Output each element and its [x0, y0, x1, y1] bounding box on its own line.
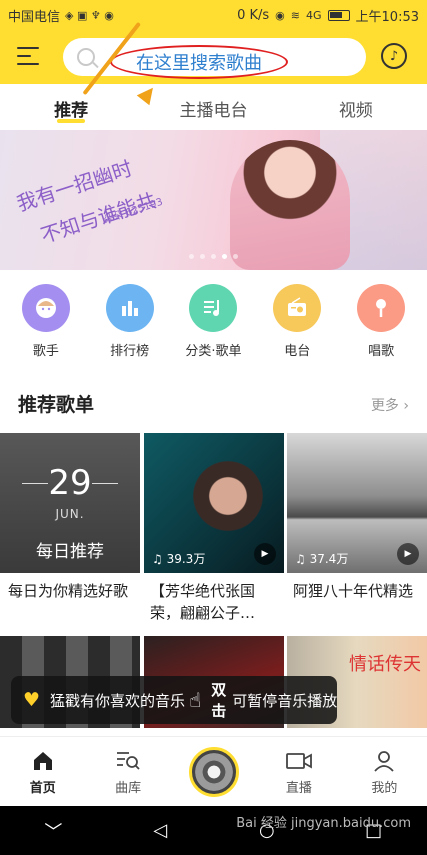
- watermark: Bai 经验 jingyan.baidu.com: [236, 816, 411, 831]
- bottom-nav: 首页 曲库 直播 我的: [0, 736, 427, 806]
- search-icon: [77, 48, 95, 66]
- nav-label: 我的: [371, 781, 398, 796]
- tab-recommend[interactable]: 推荐: [0, 84, 142, 130]
- thumbnail-text: 情话传天: [349, 654, 421, 675]
- nav-label: 曲库: [115, 781, 142, 796]
- play-icon[interactable]: ▶: [254, 543, 276, 565]
- nav-home[interactable]: 首页: [0, 737, 85, 806]
- profile-icon: [342, 747, 427, 775]
- battery-icon: [327, 9, 350, 21]
- top-tabs: 推荐 主播电台 视频: [0, 84, 427, 130]
- nav-live[interactable]: 直播: [256, 737, 341, 806]
- carousel-dot: [189, 254, 194, 259]
- more-label: 更多: [370, 398, 399, 414]
- status-bar: 中国电信 ◈ ▣ ♆ ◉ 0 K/s ◉ ≋ 4G 上午10:53: [0, 0, 427, 30]
- carousel-dots: [0, 254, 427, 259]
- microphone-icon: [357, 284, 406, 332]
- chevron-down-icon[interactable]: ﹀: [33, 818, 73, 844]
- category-singer[interactable]: 歌手: [11, 284, 81, 364]
- banner-photo: [230, 140, 350, 270]
- play-count-value: 39.3万: [166, 552, 206, 566]
- category-label: 唱歌: [368, 344, 395, 359]
- play-icon[interactable]: ▶: [397, 543, 419, 565]
- play-count: ♫ 39.3万: [152, 550, 205, 567]
- nav-profile[interactable]: 我的: [342, 737, 427, 806]
- more-link[interactable]: 更多 ›: [371, 395, 409, 415]
- playlist-icon: [189, 284, 238, 332]
- category-label: 排行榜: [110, 344, 150, 359]
- wifi-icon: ≋: [290, 8, 300, 22]
- play-count: ♫ 37.4万: [295, 550, 348, 567]
- daily-date: 29: [48, 463, 92, 503]
- daily-month: JUN.: [55, 507, 85, 521]
- carousel-dot: [200, 254, 205, 259]
- network-speed: 0 K/s: [237, 7, 270, 23]
- chart-icon: [105, 284, 154, 332]
- playlist-card-daily[interactable]: 29 JUN. 每日推荐: [0, 433, 140, 573]
- notification-icons: ◈ ▣ ♆ ◉: [65, 8, 114, 22]
- playlist-caption[interactable]: 【芳华绝代张国荣，翩翩公子…: [150, 580, 282, 624]
- eye-icon: ◉: [275, 8, 285, 22]
- live-icon: [256, 747, 341, 775]
- banner-carousel[interactable]: 我有一招幽时 不知与谁能共 朵朵 625193: [0, 130, 427, 270]
- carrier-label: 中国电信: [8, 9, 61, 25]
- category-radio[interactable]: 电台: [262, 284, 332, 364]
- carousel-dot-active: [222, 254, 227, 259]
- playlist-caption[interactable]: 阿狸八十年代精选: [293, 580, 425, 602]
- category-label: 电台: [284, 344, 311, 359]
- tab-video[interactable]: 视频: [285, 84, 427, 130]
- play-count-value: 37.4万: [309, 552, 349, 566]
- singer-icon: [21, 284, 70, 332]
- clock: 上午10:53: [355, 9, 419, 25]
- playback-tip-toast: ♥ 猛戳有你喜欢的音乐 ☝ 双击 可暂停音乐播放: [11, 676, 337, 724]
- nav-now-playing[interactable]: [171, 737, 256, 806]
- category-sing[interactable]: 唱歌: [346, 284, 416, 364]
- playlist-card[interactable]: ♫ 39.3万 ▶: [144, 433, 284, 573]
- home-icon: [0, 747, 85, 775]
- nav-library[interactable]: 曲库: [85, 737, 170, 806]
- toast-hint: 可暂停音乐播放: [232, 691, 338, 710]
- tab-radio[interactable]: 主播电台: [142, 84, 284, 130]
- category-label: 歌手: [32, 344, 59, 359]
- music-recognition-icon[interactable]: ♪: [381, 43, 407, 69]
- nav-label: 首页: [29, 781, 56, 796]
- playlist-caption[interactable]: 每日为你精选好歌: [8, 580, 140, 602]
- category-row: 歌手 排行榜 分类·歌单 电台 唱歌: [0, 284, 427, 364]
- nav-label: 直播: [285, 781, 312, 796]
- category-playlist[interactable]: 分类·歌单: [178, 284, 248, 364]
- now-playing-disc[interactable]: [188, 747, 239, 797]
- toast-message: 猛戳有你喜欢的音乐: [50, 691, 186, 710]
- carousel-dot: [233, 254, 238, 259]
- headphones-icon: ♫: [152, 552, 163, 566]
- section-title: 推荐歌单: [18, 394, 95, 416]
- menu-icon[interactable]: [17, 47, 39, 67]
- heart-icon: ♥: [23, 689, 41, 711]
- daily-label: 每日推荐: [36, 542, 104, 562]
- back-icon[interactable]: ◁: [140, 820, 180, 841]
- tap-hand-icon: ☝: [189, 688, 202, 712]
- annotation-oval: 在这里搜索歌曲: [110, 45, 288, 79]
- annotation-text: 在这里搜索歌曲: [136, 53, 262, 74]
- headphones-icon: ♫: [295, 552, 306, 566]
- playlist-card[interactable]: ♫ 37.4万 ▶: [287, 433, 427, 573]
- chevron-right-icon: ›: [403, 398, 409, 414]
- toast-action: 双击: [211, 681, 227, 720]
- library-icon: [85, 747, 170, 775]
- category-chart[interactable]: 排行榜: [95, 284, 165, 364]
- category-label: 分类·歌单: [185, 344, 242, 359]
- signal-label: 4G: [306, 8, 322, 22]
- radio-icon: [273, 284, 322, 332]
- carousel-dot: [211, 254, 216, 259]
